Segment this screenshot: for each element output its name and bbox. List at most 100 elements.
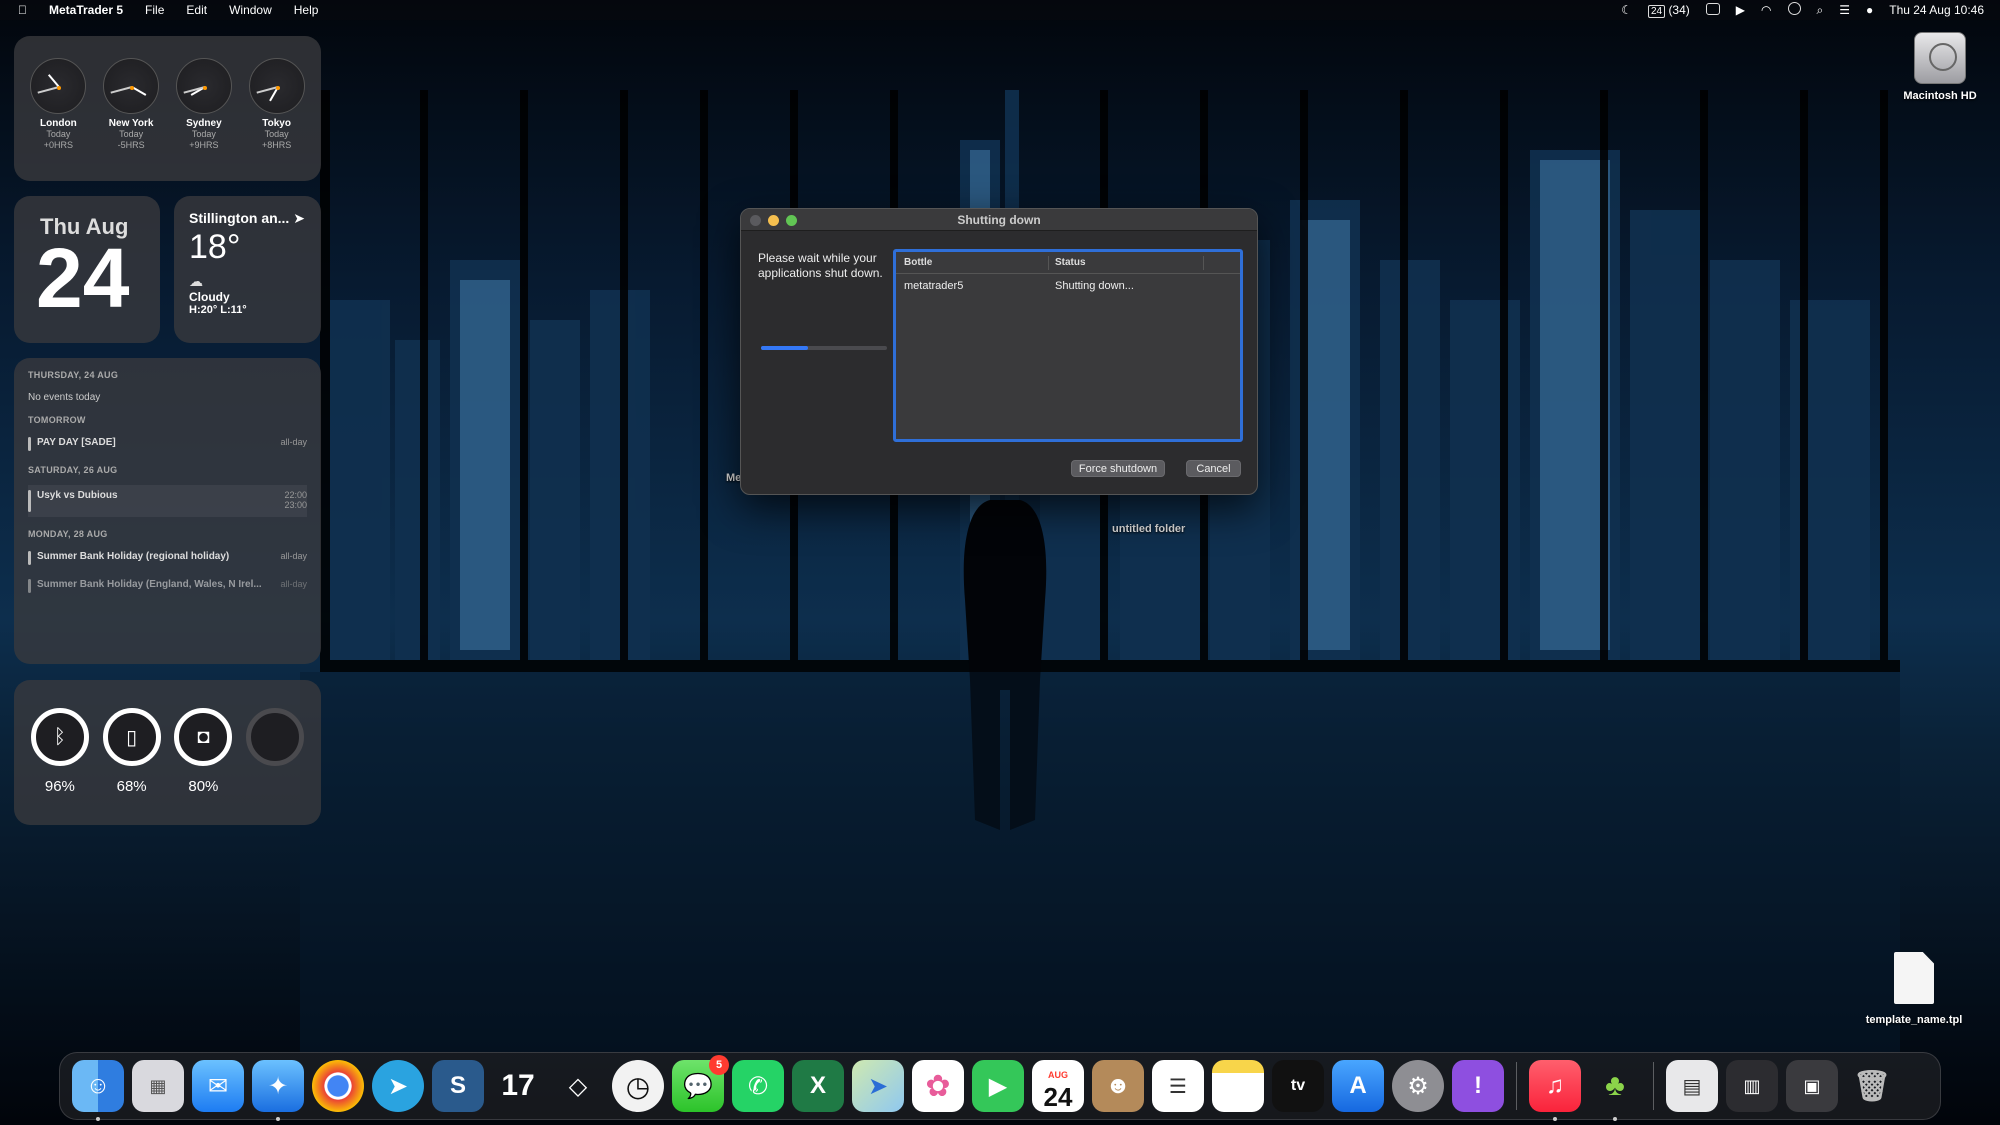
macintosh-hd-icon[interactable]: Macintosh HD <box>1890 32 1990 102</box>
scrivener-icon[interactable]: S <box>432 1060 484 1112</box>
reminders-icon[interactable]: ☰ <box>1152 1060 1204 1112</box>
mail-icon[interactable]: ✉ <box>192 1060 244 1112</box>
close-button[interactable] <box>750 215 761 226</box>
date-widget[interactable]: Thu Aug 24 <box>14 196 160 343</box>
minimize-button[interactable] <box>768 215 779 226</box>
apple-menu-icon[interactable]:  <box>18 3 27 17</box>
clock-london: London Today +0HRS <box>24 58 92 181</box>
battery-percent: 96% <box>44 778 75 795</box>
trash-icon[interactable]: 🗑 <box>1846 1060 1898 1112</box>
excel-icon[interactable]: X <box>792 1060 844 1112</box>
cal-event[interactable]: PAY DAY [SADE] all-day <box>28 435 307 453</box>
clock-face-icon <box>248 58 305 114</box>
speaker-icon: ◘ <box>174 708 233 766</box>
document-icon <box>1894 952 1934 1004</box>
notes-icon[interactable] <box>1212 1060 1264 1112</box>
cal-section-header: MONDAY, 28 AUG <box>28 529 108 539</box>
feedback-icon[interactable]: ! <box>1452 1060 1504 1112</box>
battery-percent: 80% <box>188 778 219 795</box>
zoom-button[interactable] <box>786 215 797 226</box>
telegram-icon[interactable]: ➤ <box>372 1060 424 1112</box>
battery-percent: 68% <box>116 778 147 795</box>
weather-hilo: H:20° L:11° <box>189 304 247 316</box>
column-header-status[interactable]: Status <box>1049 255 1204 270</box>
clock-offset: +9HRS <box>189 140 219 150</box>
linear-icon[interactable]: ◇ <box>552 1060 604 1112</box>
cal-event-title: Summer Bank Holiday (England, Wales, N I… <box>37 579 262 590</box>
force-shutdown-button[interactable]: Force shutdown <box>1071 460 1165 477</box>
facetime-icon[interactable]: ▶ <box>972 1060 1024 1112</box>
clock-city: Tokyo <box>262 118 291 129</box>
contacts-icon[interactable]: ☻ <box>1092 1060 1144 1112</box>
file-menu[interactable]: File <box>145 3 164 17</box>
crossover-icon[interactable]: ♣ <box>1589 1060 1641 1121</box>
play-icon[interactable]: ▶ <box>1736 3 1745 17</box>
cal-event-time: all-day <box>280 579 307 589</box>
user-icon[interactable] <box>1787 2 1801 18</box>
cal-event-bar <box>28 437 31 451</box>
cal-event-title: PAY DAY [SADE] <box>37 437 116 448</box>
untitled-folder-label[interactable]: untitled folder <box>1112 523 1185 535</box>
template-file-icon[interactable]: template_name.tpl <box>1854 952 1974 1026</box>
moon-icon[interactable]: ☾ <box>1621 3 1632 17</box>
preview-icon[interactable]: ▤ <box>1666 1060 1718 1112</box>
spotlight-search-icon[interactable]: ⌕ <box>1817 3 1824 18</box>
dialog-titlebar[interactable]: Shutting down <box>741 209 1257 231</box>
shutdown-dialog: Shutting down Please wait while your app… <box>740 208 1258 495</box>
launchpad-icon[interactable]: ▦ <box>132 1060 184 1112</box>
display-icon[interactable] <box>1705 2 1720 18</box>
table-row[interactable]: metatrader5 Shutting down... <box>896 274 1240 292</box>
tradingview-icon[interactable]: 17 <box>492 1060 544 1112</box>
chrome-icon[interactable] <box>312 1060 364 1112</box>
weather-temp: 18° <box>189 228 241 266</box>
music-icon[interactable]: ♫ <box>1529 1060 1581 1121</box>
calendar-status-item[interactable]: 24 (34) <box>1647 3 1690 18</box>
downloads-stack-icon[interactable]: ▥ <box>1726 1060 1778 1112</box>
system-settings-icon[interactable]: ⚙ <box>1392 1060 1444 1112</box>
world-clock-widget[interactable]: London Today +0HRS New York Today -5HRS … <box>14 36 321 181</box>
edit-menu[interactable]: Edit <box>186 3 207 17</box>
maps-icon[interactable]: ➤ <box>852 1060 904 1112</box>
calendar-widget[interactable]: THURSDAY, 24 AUG No events today TOMORRO… <box>14 358 321 664</box>
window-menu[interactable]: Window <box>229 3 272 17</box>
messages-badge: 5 <box>709 1055 729 1075</box>
cal-event-end: 23:00 <box>284 500 307 510</box>
weather-condition: Cloudy <box>189 290 230 304</box>
siri-icon[interactable]: ● <box>1866 3 1873 17</box>
whatsapp-icon[interactable]: ✆ <box>732 1060 784 1112</box>
cal-event[interactable]: Usyk vs Dubious 22:00 23:00 <box>28 485 307 517</box>
messages-icon[interactable]: 💬 5 <box>672 1055 729 1112</box>
table-header: Bottle Status <box>896 252 1240 274</box>
cal-event-time: all-day <box>280 437 307 447</box>
control-center-icon[interactable]: ☰ <box>1839 3 1850 17</box>
apple-tv-icon[interactable]: tv <box>1272 1060 1324 1112</box>
clock-day: Today <box>264 129 289 139</box>
cal-section-header: THURSDAY, 24 AUG <box>28 370 119 380</box>
running-indicator <box>96 1117 100 1121</box>
finder-icon[interactable]: ☺ <box>72 1060 124 1121</box>
menubar-clock[interactable]: Thu 24 Aug 10:46 <box>1889 3 1984 17</box>
photos-icon[interactable]: ✿ <box>912 1060 964 1112</box>
weather-widget[interactable]: Stillington an... ➤ 18° ☁ Cloudy H:20° L… <box>174 196 321 343</box>
cancel-button[interactable]: Cancel <box>1186 460 1241 477</box>
partial-desktop-label[interactable]: Me <box>726 472 741 484</box>
batteries-widget[interactable]: ᛒ 96% ▯ 68% ◘ 80% <box>14 680 321 825</box>
calendar-app-icon[interactable]: AUG 24 <box>1032 1060 1084 1112</box>
cal-event-bar <box>28 579 31 593</box>
weather-location-text: Stillington an... <box>189 210 290 226</box>
screenshots-stack-icon[interactable]: ▣ <box>1786 1060 1838 1112</box>
bottle-table[interactable]: Bottle Status metatrader5 Shutting down.… <box>893 249 1243 442</box>
app-menu[interactable]: MetaTrader 5 <box>49 3 123 17</box>
column-header-bottle[interactable]: Bottle <box>896 255 1049 270</box>
clock-tokyo: Tokyo Today +8HRS <box>243 58 311 181</box>
safari-icon[interactable]: ✦ <box>252 1060 304 1121</box>
app-store-icon[interactable]: A <box>1332 1060 1384 1112</box>
cal-event[interactable]: Summer Bank Holiday (regional holiday) a… <box>28 549 307 567</box>
dock: ☺ ▦ ✉ ✦ ➤ S 17 ◇ ◷ 💬 5 ✆ X ➤ ✿ ▶ AUG 24 ☻ … <box>59 1052 1941 1121</box>
wifi-icon[interactable]: ◠ <box>1761 3 1771 17</box>
clock-app-icon[interactable]: ◷ <box>612 1060 664 1112</box>
help-menu[interactable]: Help <box>294 3 319 17</box>
cell-bottle: metatrader5 <box>904 280 964 292</box>
clock-offset: +0HRS <box>43 140 73 150</box>
cal-event[interactable]: Summer Bank Holiday (England, Wales, N I… <box>28 577 307 595</box>
